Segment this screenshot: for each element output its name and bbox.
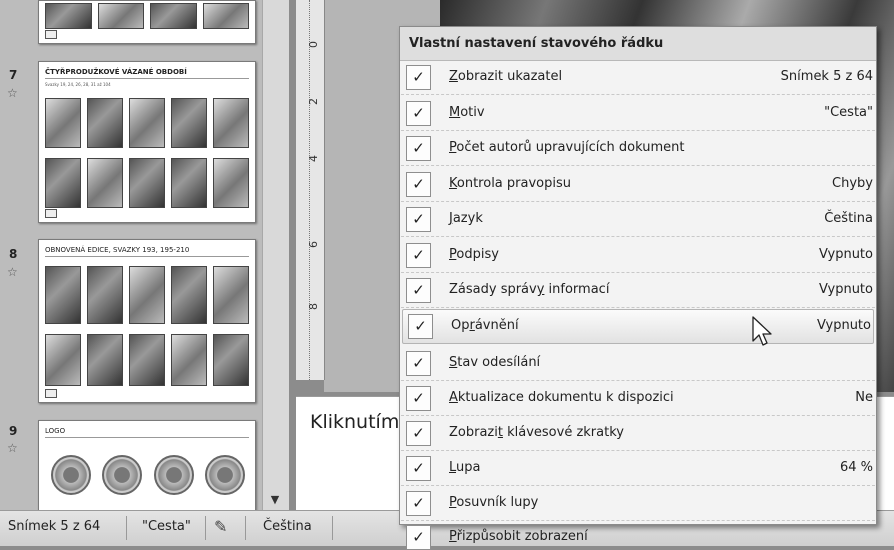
thumbnail-rule [45, 78, 249, 79]
checkbox-checkmark-icon[interactable]: ✓ [406, 101, 431, 126]
status-theme[interactable]: "Cesta" [142, 519, 191, 534]
checkbox-checkmark-icon[interactable]: ✓ [406, 386, 431, 411]
menu-item[interactable]: ✓ Zobrazit ukazatel Snímek 5 z 64 [401, 61, 875, 95]
thumbnail-rule [45, 437, 249, 438]
checkbox-checkmark-icon[interactable]: ✓ [406, 525, 431, 550]
slide-badge-icon [45, 389, 57, 398]
menu-item-label: Zásady správy informací [449, 282, 610, 297]
thumbnail-images [45, 3, 249, 29]
status-separator [245, 516, 246, 540]
checkbox-checkmark-icon[interactable]: ✓ [406, 207, 431, 232]
thumbnail-title: OBNOVENÁ EDICE, SVAZKY 193, 195-210 [45, 246, 190, 254]
ruler-label: 4 [307, 155, 320, 162]
ruler-ticks [309, 0, 310, 380]
menu-item[interactable]: ✓ Zobrazit klávesové zkratky [401, 417, 875, 451]
slide-number: 8 [9, 247, 18, 261]
animation-star-icon: ☆ [7, 86, 18, 100]
status-separator [126, 516, 127, 540]
menu-item-value: Čeština [824, 211, 873, 226]
menu-item[interactable]: ✓ Zásady správy informací Vypnuto [401, 274, 875, 308]
thumbnail-images [45, 266, 249, 324]
menu-item-label: Aktualizace dokumentu k dispozici [449, 390, 674, 405]
menu-item[interactable]: ✓ Jazyk Čeština [401, 203, 875, 237]
status-language[interactable]: Čeština [263, 519, 312, 534]
menu-item-label: Kontrola pravopisu [449, 176, 571, 191]
thumbnail-images [45, 334, 249, 386]
menu-item[interactable]: ✓ Lupa 64 % [401, 452, 875, 486]
checkbox-checkmark-icon[interactable]: ✓ [406, 65, 431, 90]
checkbox-checkmark-icon[interactable]: ✓ [408, 314, 433, 339]
menu-item-value: Ne [855, 390, 873, 405]
scroll-down-arrow-icon[interactable]: ▼ [262, 490, 288, 510]
status-slide-indicator[interactable]: Snímek 5 z 64 [8, 519, 100, 534]
menu-item-value: Chyby [832, 176, 873, 191]
thumbnail-logos [51, 455, 245, 495]
menu-item-value: Snímek 5 z 64 [780, 69, 873, 84]
ruler-label: 2 [307, 98, 320, 105]
menu-item[interactable]: ✓ Počet autorů upravujících dokument [401, 132, 875, 166]
menu-item[interactable]: ✓ Kontrola pravopisu Chyby [401, 168, 875, 202]
menu-item-label: Lupa [449, 460, 481, 475]
thumbnail-title: ČTYŘPRODUŽKOVÉ VÁZANÉ OBDOBÍ [45, 68, 187, 76]
slide-thumbnail-6[interactable] [38, 0, 256, 44]
status-separator [205, 516, 206, 540]
menu-item[interactable]: ✓ Posuvník lupy [401, 487, 875, 521]
menu-item-value: 64 % [839, 460, 873, 475]
menu-item-label: Zobrazit klávesové zkratky [449, 425, 624, 440]
slide-thumbnail-9[interactable]: LOGO [38, 420, 256, 514]
menu-item[interactable]: ✓ Motiv "Cesta" [401, 97, 875, 131]
thumbnail-rule [45, 256, 249, 257]
menu-item-label: Jazyk [449, 211, 483, 226]
checkbox-checkmark-icon[interactable]: ✓ [406, 278, 431, 303]
ruler-label: 8 [307, 303, 320, 310]
vertical-ruler: 0 2 4 6 8 [296, 0, 325, 380]
thumbnail-images [45, 158, 249, 208]
thumbnail-scrollbar[interactable] [262, 0, 289, 510]
menu-item[interactable]: ✓ Přizpůsobit zobrazení [401, 521, 875, 550]
status-separator [332, 516, 333, 540]
checkbox-checkmark-icon[interactable]: ✓ [406, 456, 431, 481]
mouse-pointer-icon [752, 316, 772, 346]
menu-item-value: Vypnuto [818, 247, 873, 262]
menu-item-label: Oprávnění [451, 318, 519, 333]
menu-item-value: Vypnuto [818, 282, 873, 297]
menu-item-value: "Cesta" [824, 105, 873, 120]
menu-item[interactable]: ✓ Oprávnění Vypnuto [402, 309, 874, 344]
animation-star-icon: ☆ [7, 265, 18, 279]
slide-badge-icon [45, 209, 57, 218]
checkbox-checkmark-icon[interactable]: ✓ [406, 243, 431, 268]
menu-item[interactable]: ✓ Podpisy Vypnuto [401, 239, 875, 273]
menu-item-label: Motiv [449, 105, 485, 120]
checkbox-checkmark-icon[interactable]: ✓ [406, 491, 431, 516]
menu-item-label: Zobrazit ukazatel [449, 69, 563, 84]
animation-star-icon: ☆ [7, 441, 18, 455]
slide-thumbnail-8[interactable]: OBNOVENÁ EDICE, SVAZKY 193, 195-210 [38, 239, 256, 403]
checkbox-checkmark-icon[interactable]: ✓ [406, 421, 431, 446]
menu-item-label: Počet autorů upravujících dokument [449, 140, 685, 155]
slide-badge-icon [45, 30, 57, 39]
menu-header: Vlastní nastavení stavového řádku [400, 27, 876, 61]
notes-placeholder: Kliknutím [310, 411, 400, 433]
checkbox-checkmark-icon[interactable]: ✓ [406, 172, 431, 197]
ruler-label: 6 [307, 241, 320, 248]
menu-item-label: Posuvník lupy [449, 495, 539, 510]
thumbnail-title: LOGO [45, 427, 66, 435]
menu-item-value: Vypnuto [816, 318, 871, 333]
menu-item-label: Podpisy [449, 247, 499, 262]
thumbnail-subtitle: Svazky 19, 24, 26, 28, 31 až 104 [45, 82, 111, 87]
slide-number: 9 [9, 424, 18, 438]
menu-title: Vlastní nastavení stavového řádku [409, 36, 664, 51]
ruler-label: 0 [307, 41, 320, 48]
menu-item-label: Přizpůsobit zobrazení [449, 529, 588, 544]
slide-number: 7 [9, 68, 18, 82]
checkbox-checkmark-icon[interactable]: ✓ [406, 136, 431, 161]
checkbox-checkmark-icon[interactable]: ✓ [406, 351, 431, 376]
menu-item[interactable]: ✓ Stav odesílání [401, 347, 875, 381]
thumbnail-images [45, 98, 249, 148]
menu-item-label: Stav odesílání [449, 355, 541, 370]
slide-thumbnail-7[interactable]: ČTYŘPRODUŽKOVÉ VÁZANÉ OBDOBÍ Svazky 19, … [38, 61, 256, 223]
menu-item[interactable]: ✓ Aktualizace dokumentu k dispozici Ne [401, 382, 875, 416]
spell-check-icon[interactable]: ✎ [214, 517, 227, 536]
status-bar-customize-menu[interactable]: Vlastní nastavení stavového řádku ✓ Zobra… [399, 26, 877, 550]
